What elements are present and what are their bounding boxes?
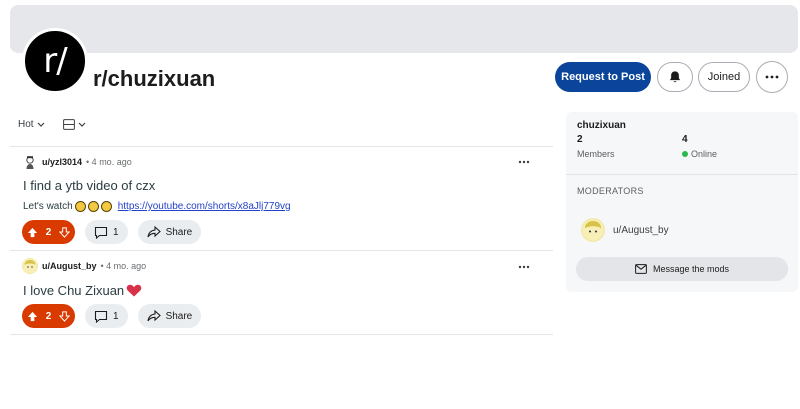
bell-icon [669, 71, 681, 83]
sidebar-community-name: chuzixuan [577, 120, 626, 131]
card-view-icon [62, 119, 75, 130]
joined-button[interactable]: Joined [698, 62, 750, 92]
share-button[interactable]: Share [137, 304, 202, 328]
post-title-row[interactable]: I love Chu Zixuan [23, 283, 142, 298]
notifications-button[interactable] [657, 62, 693, 92]
post-actions: 2 1 Share [22, 220, 202, 244]
share-button[interactable]: Share [137, 220, 202, 244]
post-time: • 4 mo. ago [86, 157, 132, 167]
community-avatar-text: r/ [43, 41, 67, 81]
comments-button[interactable]: 1 [85, 304, 128, 328]
post-meta: u/August_by • 4 mo. ago [22, 258, 146, 274]
members-count: 2 [577, 134, 583, 145]
post-options-button[interactable] [518, 258, 530, 272]
upvote-icon[interactable] [27, 227, 38, 238]
community-sidebar: chuzixuan 2 Members 4 Online MODERATORS … [566, 112, 798, 292]
share-icon [147, 310, 161, 322]
online-label: Online [691, 149, 718, 159]
moderator-avatar [581, 218, 605, 242]
share-label: Share [165, 226, 193, 238]
cartoon-avatar-icon [23, 259, 37, 273]
post-options-button[interactable] [518, 153, 530, 167]
share-label: Share [165, 310, 193, 322]
emoji-icon [87, 201, 99, 212]
downvote-icon[interactable] [59, 226, 70, 238]
feed-divider [10, 146, 553, 147]
message-mods-label: Message the mods [652, 264, 730, 274]
vote-control: 2 [22, 304, 75, 328]
sidebar-divider [566, 174, 798, 175]
moderators-heading: MODERATORS [577, 186, 644, 196]
downvote-icon[interactable] [59, 310, 70, 322]
online-dot-icon [682, 151, 688, 157]
more-horizontal-icon [518, 160, 530, 164]
online-status: Online [682, 149, 717, 159]
post-body: Let's watch https://youtube.com/shorts/x… [23, 201, 291, 212]
post-divider [10, 334, 553, 335]
post-actions: 2 1 Share [22, 304, 202, 328]
cartoon-avatar-icon [582, 219, 604, 241]
sort-dropdown[interactable]: Hot [18, 119, 45, 130]
comment-icon [94, 310, 108, 323]
emoji-icon [74, 201, 86, 212]
mail-icon [635, 264, 647, 274]
comments-button[interactable]: 1 [85, 220, 128, 244]
comment-count: 1 [113, 310, 119, 322]
comment-icon [94, 226, 108, 239]
vote-control: 2 [22, 220, 75, 244]
more-options-button[interactable] [756, 61, 788, 93]
post-divider [10, 250, 553, 251]
post-time: • 4 mo. ago [100, 261, 147, 271]
snoo-avatar-icon [26, 156, 34, 169]
upvote-icon[interactable] [27, 311, 38, 322]
online-count: 4 [682, 134, 688, 145]
vote-count: 2 [45, 226, 52, 238]
chevron-down-icon [37, 122, 44, 127]
post-meta: u/yzl3014 • 4 mo. ago [22, 154, 132, 170]
view-dropdown[interactable] [62, 119, 86, 130]
request-to-post-button[interactable]: Request to Post [555, 62, 651, 92]
post-title[interactable]: I find a ytb video of czx [23, 178, 155, 193]
post-body-text: Let's watch [23, 201, 73, 212]
page-title: r/chuzixuan [93, 66, 216, 91]
members-label: Members [577, 149, 615, 159]
more-horizontal-icon [518, 265, 530, 269]
sort-label: Hot [18, 119, 34, 130]
chevron-down-icon [78, 122, 85, 127]
message-mods-button[interactable]: Message the mods [576, 257, 788, 281]
moderator-item[interactable]: u/August_by [581, 218, 669, 242]
post-link[interactable]: https://youtube.com/shorts/x8aJlj779vg [118, 201, 291, 212]
share-icon [147, 226, 161, 238]
post-title[interactable]: I love Chu Zixuan [23, 283, 124, 298]
user-avatar[interactable] [22, 258, 38, 274]
sort-bar: Hot [18, 119, 86, 130]
user-avatar[interactable] [22, 154, 38, 170]
vote-count: 2 [45, 310, 52, 322]
post-author[interactable]: u/August_by [42, 261, 97, 271]
community-banner [10, 5, 798, 53]
more-horizontal-icon [765, 75, 779, 79]
comment-count: 1 [113, 226, 119, 238]
moderator-name[interactable]: u/August_by [613, 225, 669, 236]
community-avatar: r/ [22, 28, 88, 94]
emoji-icon [100, 201, 112, 212]
heart-icon [126, 284, 142, 297]
post-author[interactable]: u/yzl3014 [42, 157, 82, 167]
